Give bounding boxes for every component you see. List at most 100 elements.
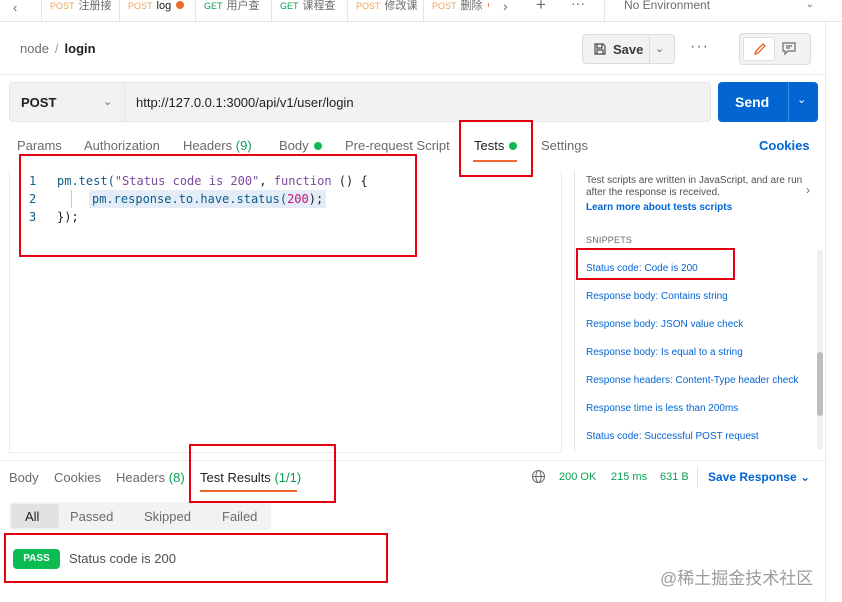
highlight-box bbox=[189, 444, 336, 503]
save-label: Save bbox=[613, 42, 644, 57]
send-divider bbox=[788, 82, 789, 122]
tab-response-cookies[interactable]: Cookies bbox=[54, 470, 101, 485]
method-select[interactable]: POST ⌄ bbox=[9, 82, 125, 122]
watermark: @稀土掘金技术社区 bbox=[660, 569, 814, 588]
snippet-item[interactable]: Status code: Successful POST request bbox=[586, 431, 759, 442]
chevron-down-icon[interactable]: ⌄ bbox=[797, 93, 806, 106]
status-dot-icon bbox=[313, 142, 322, 150]
breadcrumb-separator: / bbox=[54, 41, 59, 56]
plus-icon[interactable]: + bbox=[536, 0, 546, 15]
cookies-link[interactable]: Cookies bbox=[759, 138, 810, 153]
tab-headers-label: Headers bbox=[183, 138, 233, 153]
chevron-down-icon: ⌄ bbox=[103, 96, 113, 108]
tab-authorization[interactable]: Authorization bbox=[84, 138, 160, 153]
tab-method: GET bbox=[280, 1, 299, 11]
tab-headers[interactable]: Headers (9) bbox=[183, 138, 252, 153]
tab-course-update[interactable]: POST 修改课 bbox=[347, 0, 423, 21]
chevron-right-icon[interactable]: › bbox=[503, 0, 508, 14]
request-tab-bar: ‹ POST 注册接 POST log GET 用户查 GET 课程查 POST 修改课 … bbox=[0, 0, 842, 22]
tab-register[interactable]: POST 注册接 bbox=[41, 0, 119, 21]
tab-body[interactable]: Body bbox=[279, 138, 322, 153]
view-mode-toggle bbox=[739, 33, 811, 65]
save-response-button[interactable]: Save Response ⌄ bbox=[708, 470, 810, 484]
environment-label: No Environment bbox=[624, 0, 711, 12]
send-button[interactable]: Send ⌄ bbox=[718, 82, 818, 122]
tab-course-query[interactable]: GET 课程查 bbox=[271, 0, 347, 21]
save-icon bbox=[594, 43, 606, 55]
snippets-heading: SNIPPETS bbox=[586, 235, 633, 245]
tab-method: POST bbox=[432, 1, 457, 11]
more-horizontal-icon[interactable]: ··· bbox=[571, 0, 585, 11]
tab-settings[interactable]: Settings bbox=[541, 138, 588, 153]
chevron-right-icon[interactable]: › bbox=[806, 183, 810, 197]
url-input[interactable]: http://127.0.0.1:3000/api/v1/user/login bbox=[125, 82, 711, 122]
method-label: POST bbox=[21, 95, 57, 110]
tab-login[interactable]: POST log bbox=[119, 0, 195, 21]
tab-headers-count: (8) bbox=[168, 470, 185, 485]
snippets-scrollbar[interactable] bbox=[817, 250, 823, 450]
pencil-icon bbox=[753, 43, 766, 56]
tab-headers-count: (9) bbox=[235, 138, 252, 153]
tab-label: 修改课 bbox=[384, 0, 418, 12]
filter-all[interactable]: All bbox=[25, 509, 39, 524]
response-time[interactable]: 215 ms bbox=[611, 471, 647, 483]
learn-more-link[interactable]: Learn more about tests scripts bbox=[586, 202, 732, 213]
globe-icon[interactable] bbox=[531, 469, 546, 484]
snippet-item[interactable]: Response body: Contains string bbox=[586, 291, 728, 302]
filter-passed[interactable]: Passed bbox=[70, 509, 113, 524]
send-label: Send bbox=[735, 94, 770, 110]
snippets-scrollbar-thumb[interactable] bbox=[817, 352, 823, 416]
divider bbox=[0, 74, 842, 75]
tab-method: POST bbox=[128, 1, 153, 11]
tab-body-label: Body bbox=[279, 138, 309, 153]
tab-method: GET bbox=[204, 1, 223, 11]
tab-label: 课程查 bbox=[302, 0, 336, 12]
comment-icon[interactable] bbox=[781, 40, 797, 56]
snippet-item[interactable]: Response body: Is equal to a string bbox=[586, 347, 743, 358]
chevron-left-icon[interactable]: ‹ bbox=[13, 0, 31, 16]
tab-method: POST bbox=[50, 1, 75, 11]
snippet-item[interactable]: Response headers: Content-Type header ch… bbox=[586, 375, 798, 386]
chevron-down-icon[interactable]: ⌄ bbox=[655, 42, 664, 55]
divider bbox=[697, 467, 698, 487]
tab-label: 注册接 bbox=[78, 0, 112, 12]
tab-delete[interactable]: POST 删除 bbox=[423, 0, 489, 21]
tab-label: 删除 bbox=[460, 0, 483, 12]
tab-response-headers[interactable]: Headers (8) bbox=[116, 470, 185, 485]
breadcrumb: node / login bbox=[20, 41, 96, 56]
breadcrumb-request[interactable]: login bbox=[65, 41, 96, 56]
tab-method: POST bbox=[356, 1, 381, 11]
result-filter: All Passed Skipped Failed bbox=[9, 502, 271, 530]
window-scrollbar[interactable] bbox=[825, 22, 842, 602]
save-divider bbox=[649, 35, 650, 63]
snippet-item[interactable]: Response time is less than 200ms bbox=[586, 403, 738, 414]
divider bbox=[0, 460, 842, 461]
response-status[interactable]: 200 OK bbox=[559, 471, 596, 483]
panel-divider[interactable] bbox=[574, 170, 575, 452]
chevron-down-icon: ⌄ bbox=[805, 0, 814, 10]
highlight-box bbox=[576, 248, 735, 280]
more-options-icon[interactable]: ··· bbox=[690, 38, 709, 56]
chevron-down-icon: ⌄ bbox=[800, 470, 811, 484]
unsaved-dot-icon bbox=[487, 1, 489, 9]
environment-select[interactable]: No Environment ⌄ bbox=[604, 0, 824, 21]
tab-response-body[interactable]: Body bbox=[9, 470, 39, 485]
response-size[interactable]: 631 B bbox=[660, 471, 689, 483]
unsaved-dot-icon bbox=[176, 1, 185, 9]
snippet-item[interactable]: Response body: JSON value check bbox=[586, 319, 743, 330]
filter-failed[interactable]: Failed bbox=[222, 509, 257, 524]
tab-user-query[interactable]: GET 用户查 bbox=[195, 0, 271, 21]
filter-skipped[interactable]: Skipped bbox=[144, 509, 191, 524]
tab-headers-label: Headers bbox=[116, 470, 166, 485]
highlight-box bbox=[4, 533, 388, 583]
save-response-label: Save Response bbox=[708, 470, 797, 484]
tab-label: 用户查 bbox=[226, 0, 260, 12]
edit-mode-button[interactable] bbox=[743, 37, 775, 61]
save-button[interactable]: Save ⌄ bbox=[582, 34, 675, 64]
tab-params[interactable]: Params bbox=[17, 138, 62, 153]
highlight-box bbox=[19, 154, 417, 257]
url-value: http://127.0.0.1:3000/api/v1/user/login bbox=[136, 95, 354, 110]
tab-prerequest-script[interactable]: Pre-request Script bbox=[345, 138, 450, 153]
tab-label: log bbox=[156, 0, 172, 12]
breadcrumb-collection[interactable]: node bbox=[20, 41, 49, 56]
